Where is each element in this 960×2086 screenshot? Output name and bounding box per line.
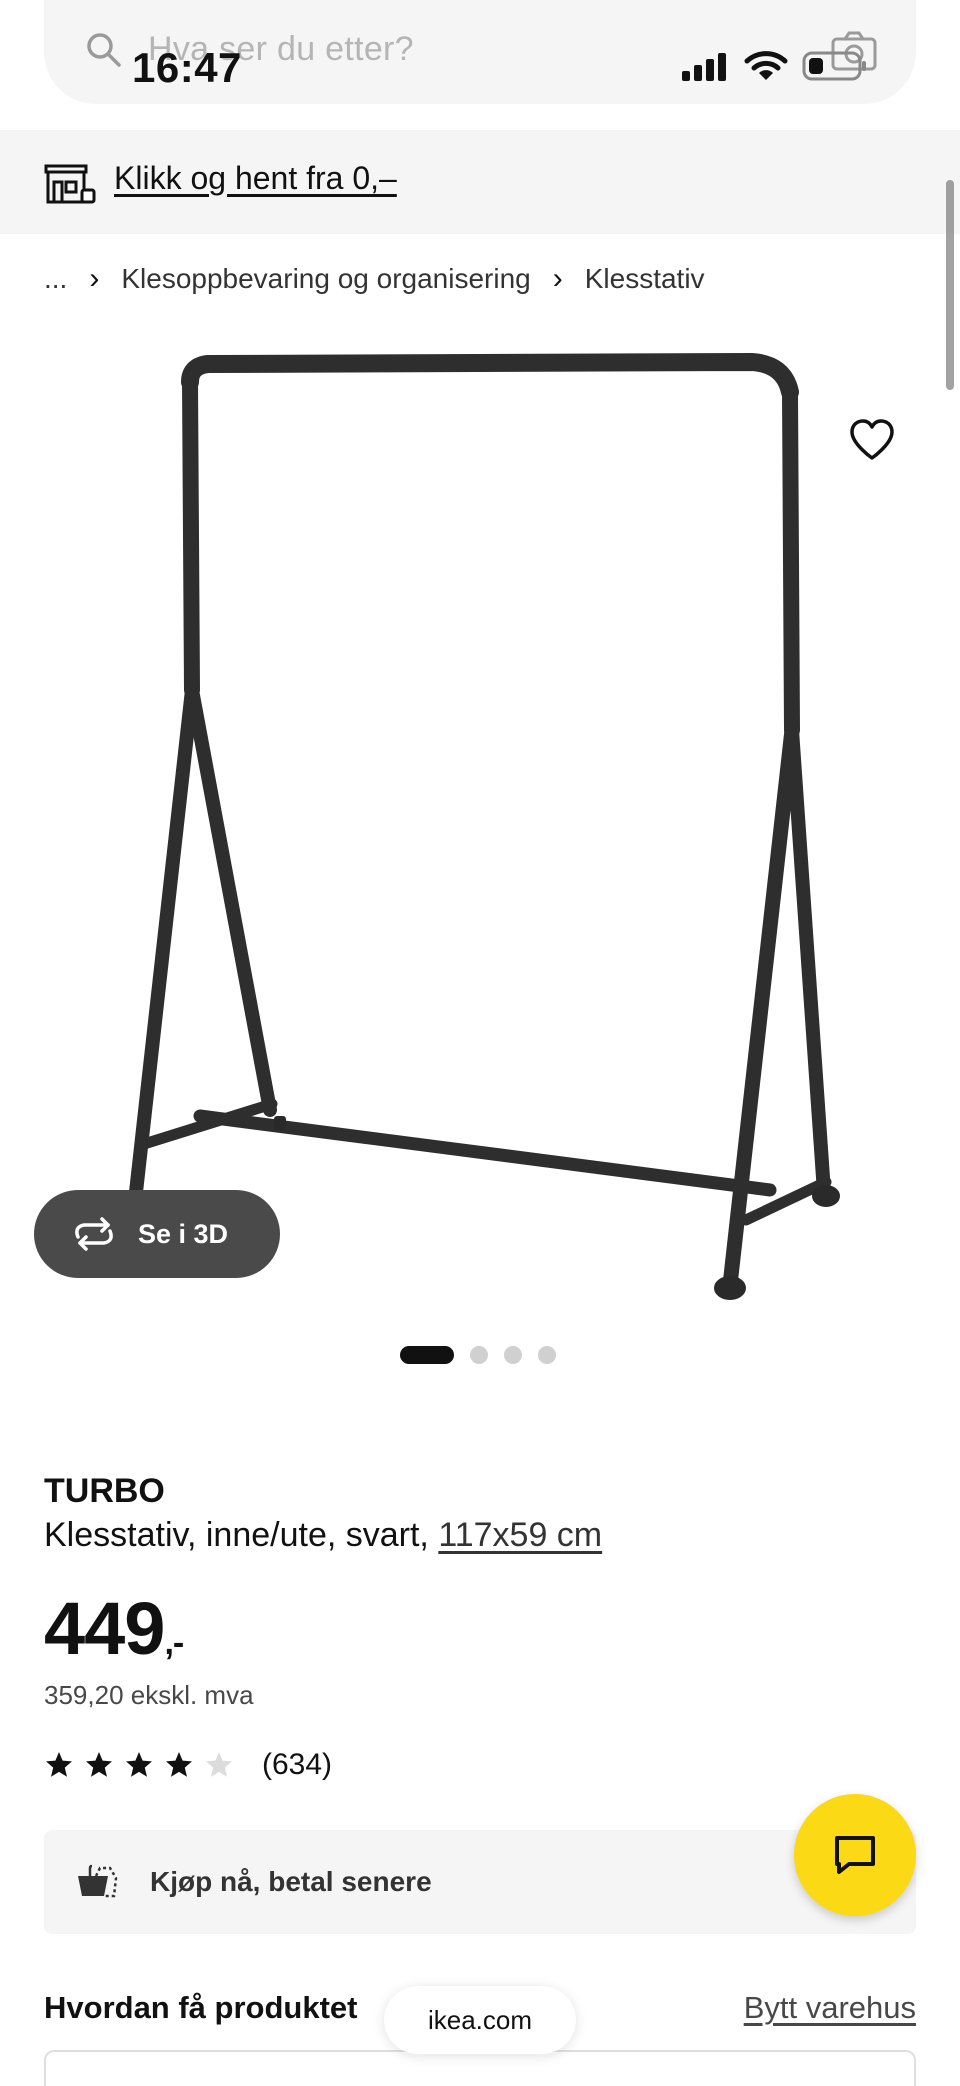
store-icon [44, 164, 96, 204]
price-suffix: ,- [164, 1624, 184, 1662]
price-ex-vat: 359,20 ekskl. mva [44, 1680, 254, 1710]
chat-button[interactable] [794, 1794, 916, 1916]
breadcrumb-separator: › [552, 262, 563, 295]
signal-icon [682, 53, 726, 81]
star-icon [166, 1752, 192, 1777]
product-name: TURBO [44, 1472, 165, 1510]
carousel-dot[interactable] [470, 1346, 488, 1364]
breadcrumb-item-clothes-storage[interactable]: Klesoppbevaring og organisering [121, 263, 530, 295]
breadcrumb-item-clothes-rack[interactable]: Klesstativ [585, 263, 705, 295]
carousel-dot-active[interactable] [400, 1346, 454, 1364]
status-icons [680, 50, 868, 82]
battery-icon [802, 51, 866, 81]
breadcrumb-separator: › [89, 262, 100, 295]
product-image[interactable] [40, 330, 920, 1320]
view-3d-button[interactable]: Se i 3D [34, 1190, 280, 1278]
carousel-dot[interactable] [538, 1346, 556, 1364]
bnpl-label: Kjøp nå, betal senere [150, 1866, 432, 1897]
heart-icon[interactable] [848, 418, 896, 462]
review-count[interactable]: (634) [262, 1748, 332, 1782]
click-collect-link[interactable]: Klikk og hent fra 0,– [114, 160, 397, 197]
click-collect-banner[interactable]: Klikk og hent fra 0,– [0, 130, 960, 234]
product-description: Klesstativ, inne/ute, svart, 117x59 cm [44, 1516, 602, 1555]
product-size-link[interactable]: 117x59 cm [438, 1516, 602, 1554]
breadcrumb: ... › Klesoppbevaring og organisering › … [44, 262, 705, 296]
rotate-3d-icon [75, 1217, 113, 1251]
product-price: 449,- [44, 1586, 184, 1671]
carousel-dots [400, 1346, 556, 1364]
search-icon [87, 33, 121, 67]
breadcrumb-ellipsis[interactable]: ... [44, 263, 67, 295]
bnpl-banner[interactable]: Kjøp nå, betal senere [44, 1830, 916, 1934]
rating[interactable]: (634) [44, 1748, 332, 1782]
chat-icon [835, 1836, 875, 1874]
star-icon [46, 1752, 72, 1777]
scrollbar[interactable] [946, 180, 954, 390]
browser-url-pill[interactable]: ikea.com [384, 1986, 576, 2054]
star-icon [126, 1752, 152, 1777]
price-value: 449 [44, 1587, 165, 1670]
status-time: 16:47 [132, 44, 242, 91]
star-empty-icon [206, 1752, 232, 1777]
wifi-icon [744, 51, 788, 80]
star-icon [86, 1752, 112, 1777]
delivery-title: Hvordan få produktet [44, 1990, 358, 2025]
carousel-dot[interactable] [504, 1346, 522, 1364]
product-description-text: Klesstativ, inne/ute, svart, [44, 1516, 439, 1554]
view-3d-label: Se i 3D [138, 1218, 229, 1249]
change-store-link[interactable]: Bytt varehus [744, 1990, 916, 2026]
delivery-card[interactable] [44, 2050, 916, 2086]
bnpl-basket-icon [78, 1864, 118, 1898]
